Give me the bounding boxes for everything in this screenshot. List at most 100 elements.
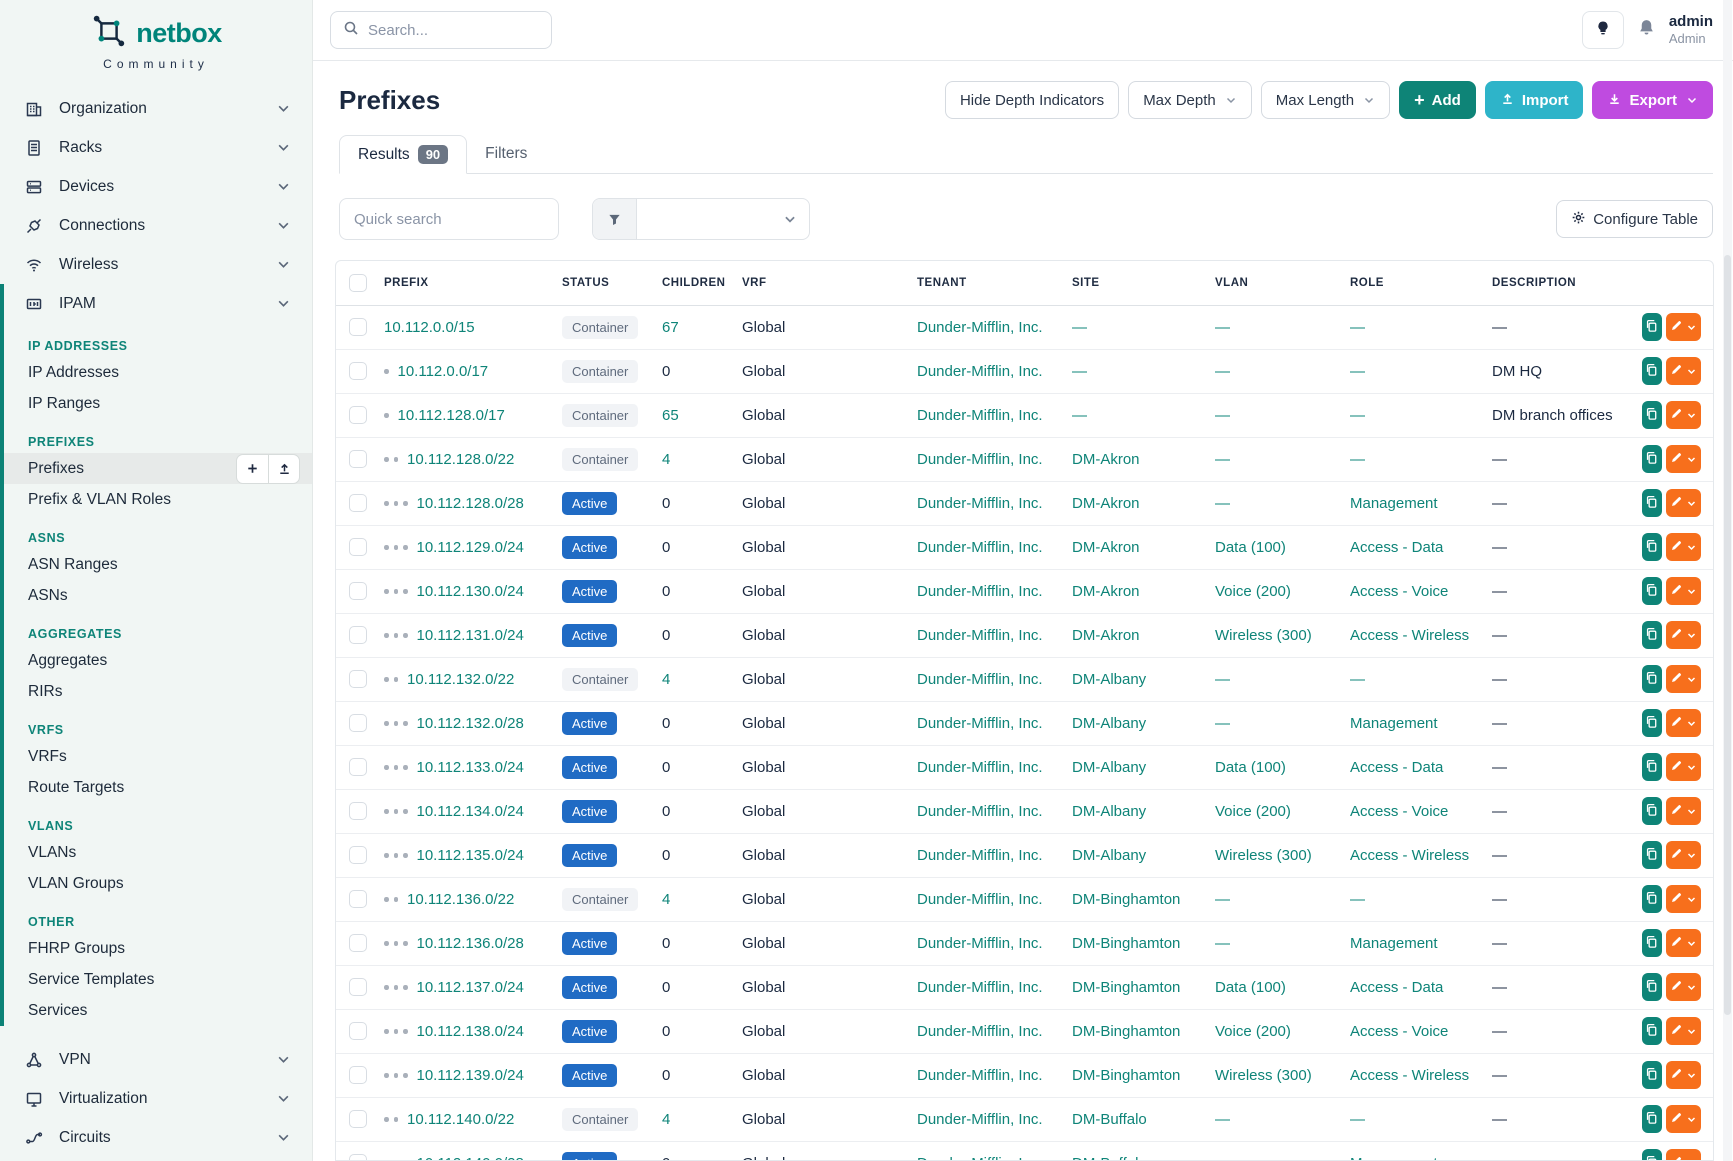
row-checkbox[interactable] — [349, 1154, 367, 1161]
sidebar-item-ipam[interactable]: IPAM — [4, 284, 312, 323]
tenant-link[interactable]: Dunder-Mifflin, Inc. — [917, 407, 1043, 424]
row-checkbox[interactable] — [349, 1066, 367, 1084]
column-header[interactable]: VLAN — [1207, 261, 1342, 305]
role-link[interactable]: — — [1350, 451, 1365, 468]
row-checkbox[interactable] — [349, 494, 367, 512]
row-checkbox[interactable] — [349, 978, 367, 996]
sidebar-item-racks[interactable]: Racks — [0, 128, 312, 167]
tenant-link[interactable]: Dunder-Mifflin, Inc. — [917, 1067, 1043, 1084]
children-link[interactable]: 0 — [662, 1023, 670, 1040]
site-link[interactable]: DM-Akron — [1072, 451, 1140, 468]
copy-button[interactable] — [1642, 445, 1662, 473]
children-link[interactable]: 0 — [662, 715, 670, 732]
vlan-link[interactable]: — — [1215, 363, 1230, 380]
sidebar-item-circuits[interactable]: Circuits — [0, 1118, 312, 1157]
role-link[interactable]: Management — [1350, 935, 1438, 952]
sidebar-item-vpn[interactable]: VPN — [0, 1040, 312, 1079]
edit-button[interactable] — [1666, 1061, 1701, 1089]
column-header[interactable]: VRF — [734, 261, 909, 305]
site-link[interactable]: DM-Binghamton — [1072, 979, 1180, 996]
children-link[interactable]: 4 — [662, 891, 670, 908]
row-checkbox[interactable] — [349, 626, 367, 644]
children-link[interactable]: 0 — [662, 539, 670, 556]
sidebar-item-asn-ranges[interactable]: ASN Ranges — [4, 549, 312, 580]
tenant-link[interactable]: Dunder-Mifflin, Inc. — [917, 539, 1043, 556]
vlan-link[interactable]: Wireless (300) — [1215, 1067, 1312, 1084]
site-link[interactable]: — — [1072, 407, 1087, 424]
scrollbar-thumb[interactable] — [1724, 255, 1731, 1015]
sidebar-item-vlans[interactable]: VLANs — [4, 837, 312, 868]
vlan-link[interactable]: Wireless (300) — [1215, 627, 1312, 644]
prefix-link[interactable]: 10.112.136.0/22 — [407, 891, 514, 908]
tenant-link[interactable]: Dunder-Mifflin, Inc. — [917, 671, 1043, 688]
edit-button[interactable] — [1666, 665, 1701, 693]
role-link[interactable]: Management — [1350, 715, 1438, 732]
children-link[interactable]: 0 — [662, 583, 670, 600]
role-link[interactable]: — — [1350, 319, 1365, 336]
tab-results[interactable]: Results 90 — [339, 135, 467, 174]
column-header[interactable]: ROLE — [1342, 261, 1484, 305]
site-link[interactable]: DM-Albany — [1072, 715, 1146, 732]
children-link[interactable]: 4 — [662, 451, 670, 468]
site-link[interactable]: DM-Buffalo — [1072, 1111, 1147, 1128]
children-link[interactable]: 0 — [662, 363, 670, 380]
vertical-scrollbar[interactable] — [1723, 0, 1732, 1161]
children-link[interactable]: 0 — [662, 935, 670, 952]
tenant-link[interactable]: Dunder-Mifflin, Inc. — [917, 363, 1043, 380]
copy-button[interactable] — [1642, 885, 1662, 913]
vlan-link[interactable]: — — [1215, 451, 1230, 468]
children-link[interactable]: 0 — [662, 979, 670, 996]
copy-button[interactable] — [1642, 1061, 1662, 1089]
tenant-link[interactable]: Dunder-Mifflin, Inc. — [917, 759, 1043, 776]
tenant-link[interactable]: Dunder-Mifflin, Inc. — [917, 715, 1043, 732]
vlan-link[interactable]: — — [1215, 1111, 1230, 1128]
vlan-link[interactable]: — — [1215, 935, 1230, 952]
row-checkbox[interactable] — [349, 802, 367, 820]
tenant-link[interactable]: Dunder-Mifflin, Inc. — [917, 583, 1043, 600]
row-checkbox[interactable] — [349, 934, 367, 952]
row-checkbox[interactable] — [349, 582, 367, 600]
sidebar-item-fhrp-groups[interactable]: FHRP Groups — [4, 933, 312, 964]
copy-button[interactable] — [1642, 533, 1662, 561]
prefix-link[interactable]: 10.112.134.0/24 — [417, 803, 524, 820]
edit-button[interactable] — [1666, 577, 1701, 605]
copy-button[interactable] — [1642, 797, 1662, 825]
vlan-link[interactable]: Data (100) — [1215, 759, 1286, 776]
sidebar-item-ip-addresses[interactable]: IP Addresses — [4, 357, 312, 388]
prefix-link[interactable]: 10.112.130.0/24 — [417, 583, 524, 600]
edit-button[interactable] — [1666, 621, 1701, 649]
sidebar-item-connections[interactable]: Connections — [0, 206, 312, 245]
children-link[interactable]: 0 — [662, 759, 670, 776]
role-link[interactable]: Management — [1350, 1155, 1438, 1161]
site-link[interactable]: DM-Akron — [1072, 539, 1140, 556]
prefix-link[interactable]: 10.112.132.0/28 — [417, 715, 524, 732]
tab-filters[interactable]: Filters — [467, 135, 545, 173]
children-link[interactable]: 65 — [662, 407, 679, 424]
copy-button[interactable] — [1642, 401, 1662, 429]
brand[interactable]: netbox Community — [0, 0, 312, 71]
copy-button[interactable] — [1642, 1017, 1662, 1045]
copy-button[interactable] — [1642, 1149, 1662, 1161]
user-menu[interactable]: admin Admin — [1669, 13, 1713, 47]
row-checkbox[interactable] — [349, 890, 367, 908]
copy-button[interactable] — [1642, 709, 1662, 737]
copy-button[interactable] — [1642, 1105, 1662, 1133]
row-checkbox[interactable] — [349, 670, 367, 688]
role-link[interactable]: — — [1350, 407, 1365, 424]
sidebar-item-aggregates[interactable]: Aggregates — [4, 645, 312, 676]
add-button[interactable]: + Add — [1399, 81, 1476, 119]
tenant-link[interactable]: Dunder-Mifflin, Inc. — [917, 803, 1043, 820]
tenant-link[interactable]: Dunder-Mifflin, Inc. — [917, 627, 1043, 644]
copy-button[interactable] — [1642, 489, 1662, 517]
row-checkbox[interactable] — [349, 846, 367, 864]
prefix-link[interactable]: 10.112.128.0/17 — [398, 407, 505, 424]
children-link[interactable]: 0 — [662, 847, 670, 864]
prefix-link[interactable]: 10.112.140.0/22 — [407, 1111, 514, 1128]
sidebar-item-organization[interactable]: Organization — [0, 89, 312, 128]
edit-button[interactable] — [1666, 885, 1701, 913]
hide-depth-indicators-button[interactable]: Hide Depth Indicators — [945, 81, 1119, 119]
column-header[interactable]: CHILDREN — [654, 261, 734, 305]
column-header[interactable]: PREFIX — [376, 261, 554, 305]
notifications-button[interactable] — [1637, 18, 1656, 42]
children-link[interactable]: 0 — [662, 1067, 670, 1084]
